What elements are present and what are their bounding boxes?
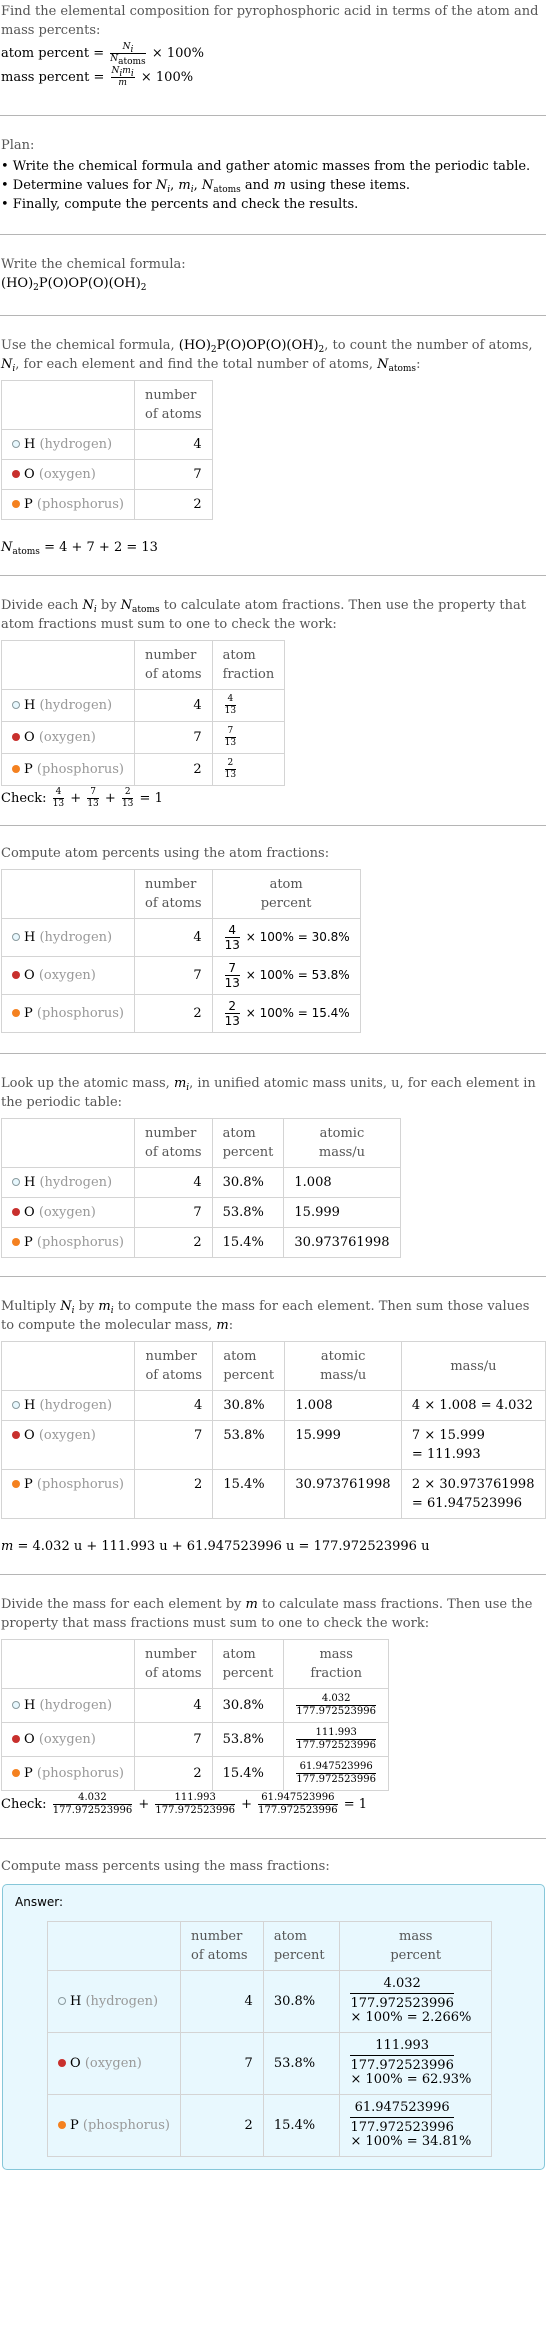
- table-row: O (oxygen) 7: [0, 459, 213, 490]
- oxygen-dot-icon: [12, 470, 20, 478]
- table-row: P (phosphorus) 2 15.4% 30.973761998 2 × …: [0, 1469, 546, 1519]
- mass-fraction-check: Check: 4.032 177.972523996 + 111.993 177.9…: [1, 1792, 368, 1816]
- atom-percent-section: Compute atom percents using the atom fra…: [0, 826, 546, 1033]
- mass-percent-table: number of atoms atom percent mass percent H…: [46, 1921, 492, 2157]
- table-row: H (hydrogen) 4 4 13 × 100% = 30.8%: [0, 918, 361, 957]
- count-step-text: Use the chemical formula, (HO)2P(O)OP(O)…: [1, 338, 533, 374]
- table-row: P (phosphorus) 2: [0, 489, 213, 520]
- atom-count-table: number of atoms H (hydrogen) 4 O (oxygen)…: [0, 380, 213, 520]
- intro-section: Find the elemental composition for pyrop…: [0, 0, 546, 88]
- atom-fraction-table: number of atoms atom fraction H (hydrogen)…: [0, 640, 286, 786]
- atomic-mass-table: number of atoms atom percent atomic mass/u …: [0, 1118, 401, 1258]
- hydrogen-dot-icon: [12, 1401, 20, 1409]
- hydrogen-dot-icon: [12, 1701, 20, 1709]
- table-row: P (phosphorus) 2 15.4% 61.947523996 177.9…: [46, 2094, 492, 2157]
- oxygen-dot-icon: [12, 1735, 20, 1743]
- atom-percent-table: number of atoms atom percent H (hydrogen) …: [0, 869, 361, 1033]
- plan-item: • Write the chemical formula and gather …: [1, 159, 531, 174]
- header-number-of-atoms: number of atoms: [134, 380, 213, 430]
- phosphorus-dot-icon: [12, 765, 20, 773]
- mass-percent-section: Compute mass percents using the mass fra…: [0, 1839, 546, 2172]
- phosphorus-dot-icon: [12, 1769, 20, 1777]
- table-row: H (hydrogen) 4 4 13: [0, 689, 286, 722]
- oxygen-dot-icon: [12, 1431, 20, 1439]
- chemical-formula: (HO)2P(O)OP(O)(OH)2: [1, 276, 147, 293]
- atomic-mass-section: Look up the atomic mass, mi, in unified …: [0, 1054, 546, 1258]
- table-row: H (hydrogen) 4 30.8% 4.032 177.972523996: [0, 1688, 389, 1723]
- table-row: H (hydrogen) 4 30.8% 1.008: [0, 1167, 401, 1198]
- phosphorus-dot-icon: [58, 2121, 66, 2129]
- table-row: P (phosphorus) 2 15.4% 61.947523996 177.9…: [0, 1756, 389, 1791]
- plan-title: Plan:: [1, 138, 35, 153]
- hydrogen-dot-icon: [12, 701, 20, 709]
- mass-percent-step-text: Compute mass percents using the mass fra…: [1, 1859, 330, 1874]
- phosphorus-dot-icon: [12, 1238, 20, 1246]
- oxygen-dot-icon: [12, 1208, 20, 1216]
- phosphorus-dot-icon: [12, 1480, 20, 1488]
- mass-percent-formula: mass percent = Nimi m × 100%: [1, 66, 194, 88]
- hydrogen-dot-icon: [12, 933, 20, 941]
- molecular-mass-equation: m = 4.032 u + 111.993 u + 61.947523996 u…: [1, 1539, 430, 1554]
- atom-fraction-check: Check: 4 13 + 7 13 + 2 13 = 1: [1, 787, 163, 809]
- hydrogen-dot-icon: [12, 1178, 20, 1186]
- formula-section: Write the chemical formula: (HO)2P(O)OP(…: [0, 235, 546, 293]
- table-row: O (oxygen) 7 53.8% 15.999: [0, 1197, 401, 1228]
- table-row: P (phosphorus) 2 2 13 × 100% = 15.4%: [0, 994, 361, 1033]
- phosphorus-dot-icon: [12, 1009, 20, 1017]
- table-row: P (phosphorus) 2 2 13: [0, 753, 286, 786]
- mass-section: Multiply Ni by mi to compute the mass fo…: [0, 1277, 546, 1556]
- atom-fraction-section: Divide each Ni by Natoms to calculate at…: [0, 576, 546, 809]
- table-row: H (hydrogen) 4 30.8% 1.008 4 × 1.008 = 4…: [0, 1390, 546, 1421]
- table-row: O (oxygen) 7 53.8% 15.999 7 × 15.999 = 11…: [0, 1420, 546, 1470]
- plan-item: • Finally, compute the percents and chec…: [1, 197, 359, 212]
- oxygen-dot-icon: [12, 971, 20, 979]
- plan-item: • Determine values for Ni, mi, Natoms an…: [1, 178, 410, 195]
- oxygen-dot-icon: [12, 733, 20, 741]
- fraction-step-text: Divide each Ni by Natoms to calculate at…: [1, 598, 526, 632]
- mass-fraction-step-text: Divide the mass for each element by m to…: [1, 1597, 533, 1631]
- mass-fraction-section: Divide the mass for each element by m to…: [0, 1575, 546, 1816]
- n-atoms-equation: Natoms = 4 + 7 + 2 = 13: [1, 540, 158, 557]
- formula-step-text: Write the chemical formula:: [1, 257, 186, 272]
- table-row: P (phosphorus) 2 15.4% 30.973761998: [0, 1227, 401, 1258]
- atomic-mass-step-text: Look up the atomic mass, mi, in unified …: [1, 1076, 536, 1110]
- count-section: Use the chemical formula, (HO)2P(O)OP(O)…: [0, 316, 546, 557]
- mass-fraction-table: number of atoms atom percent mass fraction …: [0, 1639, 389, 1791]
- oxygen-dot-icon: [58, 2059, 66, 2067]
- hydrogen-dot-icon: [58, 1997, 66, 2005]
- table-row: H (hydrogen) 4 30.8% 4.032 177.972523996 …: [46, 1970, 492, 2033]
- answer-box: Answer: number of atoms atom percent mass p…: [2, 1884, 545, 2170]
- intro-text: Find the elemental composition for pyrop…: [1, 4, 539, 38]
- mass-step-text: Multiply Ni by mi to compute the mass fo…: [1, 1299, 530, 1333]
- phosphorus-dot-icon: [12, 500, 20, 508]
- table-row: O (oxygen) 7 53.8% 111.993 177.972523996 …: [46, 2032, 492, 2095]
- plan-section: Plan: • Write the chemical formula and g…: [0, 116, 546, 214]
- table-row: H (hydrogen) 4: [0, 429, 213, 460]
- mass-table: number of atoms atom percent atomic mass/u …: [0, 1341, 546, 1519]
- atom-percent-formula: atom percent = Ni Natoms × 100%: [1, 42, 205, 67]
- table-row: O (oxygen) 7 53.8% 111.993 177.972523996: [0, 1722, 389, 1757]
- table-row: O (oxygen) 7 7 13: [0, 721, 286, 754]
- atom-percent-step-text: Compute atom percents using the atom fra…: [1, 846, 330, 861]
- table-row: O (oxygen) 7 7 13 × 100% = 53.8%: [0, 956, 361, 995]
- answer-label: Answer:: [15, 1895, 64, 1909]
- hydrogen-dot-icon: [12, 440, 20, 448]
